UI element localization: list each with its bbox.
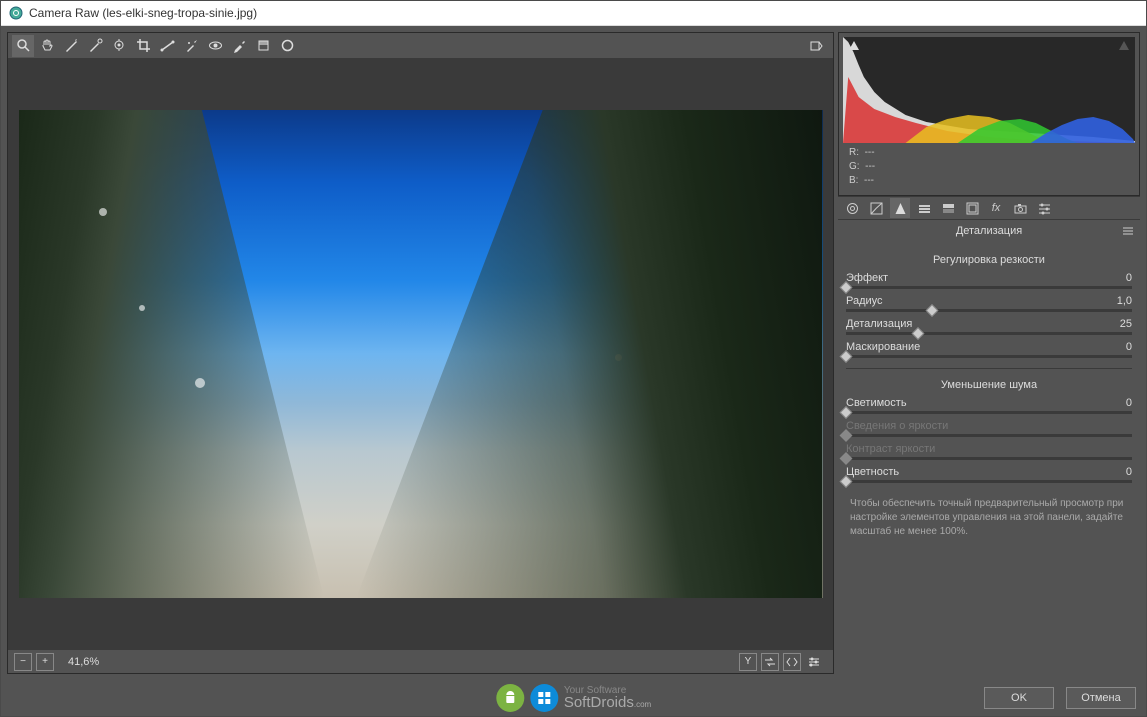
title-bar: Camera Raw (les-elki-sneg-tropa-sinie.jp… <box>1 1 1146 26</box>
graduated-filter-tool-icon[interactable] <box>252 35 274 57</box>
section-noise: Уменьшение шума <box>846 379 1132 391</box>
tab-lens-icon[interactable] <box>962 198 982 218</box>
zoom-in-button[interactable]: + <box>36 653 54 671</box>
effect-label: Эффект <box>846 272 888 284</box>
masking-slider[interactable] <box>846 355 1132 358</box>
spot-removal-tool-icon[interactable] <box>180 35 202 57</box>
histogram-graph <box>843 37 1135 143</box>
hint-text: Чтобы обеспечить точный предварительный … <box>846 489 1132 547</box>
slider-effect: Эффект 0 <box>846 272 1132 289</box>
g-label: G: <box>849 161 860 172</box>
panel-title: Детализация <box>956 225 1022 237</box>
slider-radius: Радиус 1,0 <box>846 295 1132 312</box>
shadow-clip-warning-icon[interactable] <box>847 39 861 53</box>
effect-slider[interactable] <box>846 286 1132 289</box>
toolbar <box>8 33 833 59</box>
android-icon <box>496 684 524 712</box>
preview-toggle-y-button[interactable]: Y <box>739 653 757 671</box>
brand-suffix: .com <box>634 700 651 709</box>
luminance-label: Светимость <box>846 397 907 409</box>
color-sampler-tool-icon[interactable] <box>84 35 106 57</box>
color-label: Цветность <box>846 466 899 478</box>
detail-value[interactable]: 25 <box>1120 318 1132 330</box>
canvas-area[interactable] <box>8 59 833 649</box>
highlight-clip-warning-icon[interactable] <box>1117 39 1131 53</box>
rgb-readout: R: --- G: --- B: --- <box>843 143 1135 191</box>
zoom-tool-icon[interactable] <box>12 35 34 57</box>
status-bar: − + 41,6% Y <box>8 649 833 673</box>
effect-value[interactable]: 0 <box>1126 272 1132 284</box>
r-label: R: <box>849 147 859 158</box>
tab-detail-icon[interactable] <box>890 198 910 218</box>
straighten-tool-icon[interactable] <box>156 35 178 57</box>
left-pane: − + 41,6% Y <box>7 32 834 674</box>
panel-body: Регулировка резкости Эффект 0 Радиус 1,0 Д… <box>838 242 1140 674</box>
tab-basic-icon[interactable] <box>842 198 862 218</box>
preview-image <box>19 110 823 598</box>
radial-filter-tool-icon[interactable] <box>276 35 298 57</box>
slider-detail: Детализация 25 <box>846 318 1132 335</box>
ok-button[interactable]: OK <box>984 687 1054 709</box>
color-slider[interactable] <box>846 480 1132 483</box>
histogram-panel: R: --- G: --- B: --- <box>838 32 1140 196</box>
color-value[interactable]: 0 <box>1126 466 1132 478</box>
tab-split-icon[interactable] <box>938 198 958 218</box>
section-sharpening: Регулировка резкости <box>846 254 1132 266</box>
detail-slider[interactable] <box>846 332 1132 335</box>
watermark: Your Software SoftDroids.com <box>496 684 651 712</box>
b-label: B: <box>849 175 858 186</box>
adjustment-brush-tool-icon[interactable] <box>228 35 250 57</box>
panel-title-row: Детализация <box>838 220 1140 242</box>
b-value: --- <box>864 175 874 186</box>
slider-lum-detail: Сведения о яркости <box>846 420 1132 437</box>
redeye-tool-icon[interactable] <box>204 35 226 57</box>
lum-detail-label: Сведения о яркости <box>846 420 948 432</box>
masking-value[interactable]: 0 <box>1126 341 1132 353</box>
tab-curve-icon[interactable] <box>866 198 886 218</box>
panel-tabs: fx <box>838 196 1140 220</box>
targeted-adjustment-tool-icon[interactable] <box>108 35 130 57</box>
slider-masking: Маскирование 0 <box>846 341 1132 358</box>
histogram[interactable] <box>843 37 1135 143</box>
white-balance-tool-icon[interactable] <box>60 35 82 57</box>
radius-label: Радиус <box>846 295 883 307</box>
window-title: Camera Raw (les-elki-sneg-tropa-sinie.jp… <box>29 6 257 20</box>
radius-value[interactable]: 1,0 <box>1117 295 1132 307</box>
masking-label: Маскирование <box>846 341 920 353</box>
zoom-out-button[interactable]: − <box>14 653 32 671</box>
right-pane: R: --- G: --- B: --- fx Детализация <box>838 32 1140 674</box>
slider-luminance: Светимость 0 <box>846 397 1132 414</box>
g-value: --- <box>865 161 875 172</box>
main-content: − + 41,6% Y <box>1 26 1146 680</box>
app-icon <box>9 6 23 20</box>
open-preferences-icon[interactable] <box>805 35 827 57</box>
app-window: Camera Raw (les-elki-sneg-tropa-sinie.jp… <box>0 0 1147 717</box>
luminance-slider[interactable] <box>846 411 1132 414</box>
tab-presets-icon[interactable] <box>1034 198 1054 218</box>
crop-tool-icon[interactable] <box>132 35 154 57</box>
slider-color: Цветность 0 <box>846 466 1132 483</box>
radius-slider[interactable] <box>846 309 1132 312</box>
detail-label: Детализация <box>846 318 912 330</box>
copy-settings-button[interactable] <box>783 653 801 671</box>
r-value: --- <box>865 147 875 158</box>
slider-lum-contrast: Контраст яркости <box>846 443 1132 460</box>
divider <box>846 368 1132 369</box>
hand-tool-icon[interactable] <box>36 35 58 57</box>
lum-contrast-slider <box>846 457 1132 460</box>
brand-big: SoftDroids <box>564 694 634 711</box>
preview-preferences-button[interactable] <box>805 653 823 671</box>
lum-detail-slider <box>846 434 1132 437</box>
windows-icon <box>530 684 558 712</box>
tab-fx-icon[interactable]: fx <box>986 198 1006 218</box>
luminance-value[interactable]: 0 <box>1126 397 1132 409</box>
swap-before-after-button[interactable] <box>761 653 779 671</box>
dialog-button-row: Your Software SoftDroids.com OK Отмена <box>1 680 1146 716</box>
tab-hsl-icon[interactable] <box>914 198 934 218</box>
zoom-level: 41,6% <box>68 656 99 668</box>
tab-camera-icon[interactable] <box>1010 198 1030 218</box>
panel-menu-icon[interactable] <box>1122 226 1134 236</box>
cancel-button[interactable]: Отмена <box>1066 687 1136 709</box>
lum-contrast-label: Контраст яркости <box>846 443 935 455</box>
